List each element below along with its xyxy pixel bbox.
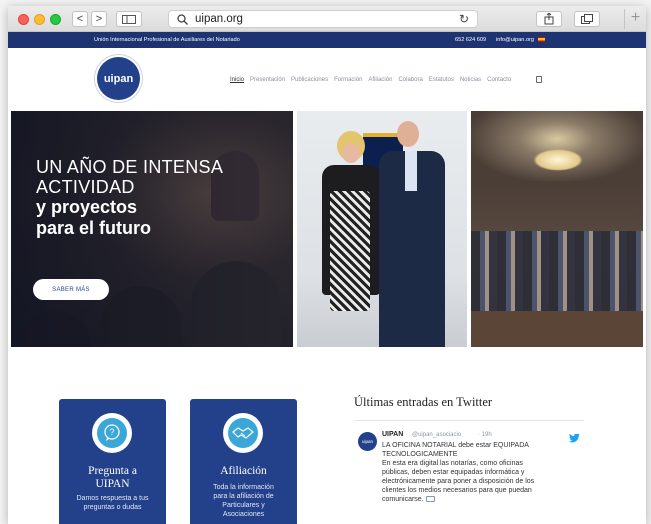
phone-link[interactable]: 652 624 609 — [455, 37, 486, 43]
nav-formacion[interactable]: Formación — [334, 77, 362, 83]
nav-noticias[interactable]: Noticias — [460, 77, 481, 83]
email-link[interactable]: info@uipan.org — [496, 37, 534, 43]
nav-estatutos[interactable]: Estatutos — [429, 77, 454, 83]
address-bar[interactable]: uipan.org ↻ — [168, 10, 478, 28]
share-button[interactable] — [536, 11, 562, 27]
minimize-window-button[interactable] — [34, 14, 45, 25]
hero-line-3: y proyectos — [36, 197, 138, 217]
handshake-icon — [228, 418, 258, 448]
hero-photo-audience: UN AÑO DE INTENSA ACTIVIDAD y proyectos … — [11, 111, 293, 347]
saber-mas-button[interactable]: SABER MÁS — [33, 279, 109, 300]
site-topbar: Unión Internacional Profesional de Auxil… — [8, 32, 646, 48]
divider — [354, 420, 584, 421]
avatar[interactable]: uipan — [358, 432, 377, 451]
pregunta-card[interactable]: ? Pregunta a UIPAN Damos respuesta a tus… — [59, 399, 166, 524]
reload-icon[interactable]: ↻ — [459, 12, 469, 26]
forward-button[interactable]: > — [91, 11, 107, 27]
new-tab-button[interactable]: + — [624, 9, 646, 29]
hero-line-2: ACTIVIDAD — [36, 177, 135, 197]
image-icon[interactable] — [425, 496, 435, 503]
chandelier — [533, 149, 583, 171]
svg-text:?: ? — [109, 427, 114, 437]
card-title: Pregunta a UIPAN — [88, 465, 137, 490]
tweet-time[interactable]: · 19h — [478, 432, 492, 438]
url-text: uipan.org — [195, 13, 243, 25]
nav-colabora[interactable]: Colabora — [398, 77, 422, 83]
hero-headline: UN AÑO DE INTENSA ACTIVIDAD y proyectos … — [36, 157, 223, 239]
sidebar-icon — [122, 14, 136, 24]
card-title: Afiliación — [220, 465, 267, 477]
hero-line-1: UN AÑO DE INTENSA — [36, 157, 224, 177]
hero-line-4: para el futuro — [36, 218, 152, 238]
tweet-text: LA OFICINA NOTARIAL debe estar EQUIPADA … — [382, 442, 535, 503]
back-button[interactable]: < — [72, 11, 88, 27]
card-description: Damos respuesta a tus preguntas o dudas — [76, 495, 149, 511]
nav-afiliacion[interactable]: Afiliación — [368, 77, 392, 83]
search-icon — [177, 13, 191, 25]
spanish-flag-icon[interactable] — [538, 37, 545, 42]
content-section: ? Pregunta a UIPAN Damos respuesta a tus… — [8, 347, 646, 524]
question-icon: ? — [97, 418, 127, 448]
close-window-button[interactable] — [18, 14, 29, 25]
hero-banner: UN AÑO DE INTENSA ACTIVIDAD y proyectos … — [11, 111, 643, 347]
tabs-overview-button[interactable] — [574, 11, 600, 27]
shopping-bag-icon[interactable] — [536, 76, 542, 83]
nav-presentacion[interactable]: Presentación — [250, 77, 285, 83]
hero-photo-couple — [297, 111, 467, 347]
afiliacion-card[interactable]: Afiliación Toda la información para la a… — [190, 399, 297, 524]
hero-photo-conference-room — [471, 111, 643, 347]
card-description: Toda la información para la afiliación d… — [213, 484, 274, 518]
twitter-heading: Últimas entradas en Twitter — [354, 395, 493, 409]
share-icon — [544, 13, 554, 25]
site-header: uipan Inicio Presentación Publicaciones … — [8, 48, 646, 112]
nav-inicio[interactable]: Inicio — [230, 77, 244, 83]
tabs-icon — [581, 14, 593, 24]
nav-contacto[interactable]: Contacto — [487, 77, 511, 83]
tweet-author[interactable]: UIPAN — [382, 431, 403, 438]
tweet-handle[interactable]: @uipan_asociacio — [412, 432, 461, 438]
zoom-window-button[interactable] — [50, 14, 61, 25]
uipan-logo[interactable]: uipan — [97, 57, 140, 100]
main-nav: Inicio Presentación Publicaciones Formac… — [230, 76, 542, 83]
org-name: Unión Internacional Profesional de Auxil… — [94, 37, 240, 43]
browser-window: < > uipan.org ↻ + Unión Internacional Pr… — [8, 6, 646, 524]
sidebar-toggle-button[interactable] — [116, 11, 142, 27]
nav-publicaciones[interactable]: Publicaciones — [291, 77, 328, 83]
browser-toolbar: < > uipan.org ↻ + — [8, 6, 646, 32]
